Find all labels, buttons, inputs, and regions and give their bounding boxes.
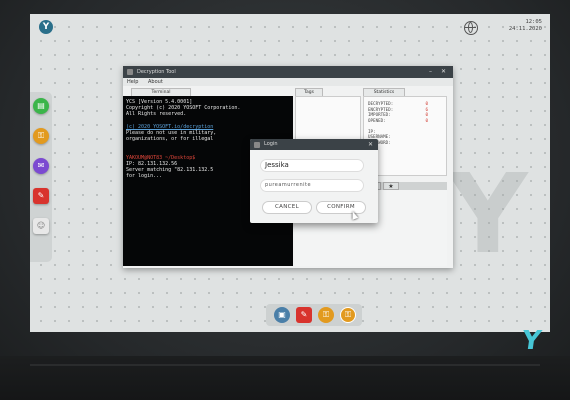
system-clock: 12:05 24.11.2020 [492,19,542,33]
tool-icon[interactable]: ✎ [33,188,49,204]
desktop-screen: Y 12:05 24.11.2020 Y ▤ ⚿ ✉ ✎ ☺ Decryptio… [30,14,550,332]
minimize-icon[interactable]: – [429,66,432,78]
window-title: Decryption Tool [137,69,176,75]
username-field[interactable]: Jessika [260,159,364,172]
password-field[interactable]: pureamurrenite [260,179,364,192]
stat-label: IP: [368,128,376,134]
mail-icon[interactable]: ✉ [33,158,49,174]
contact-icon[interactable]: ☺ [33,218,49,234]
keyboard-edge [30,364,540,366]
stat-label: OPENED: [368,117,386,123]
chat-icon[interactable]: ▤ [33,98,49,114]
os-logo-icon[interactable]: Y [39,20,53,34]
lock-icon [254,142,260,148]
stat-row: PASSWORD: [368,140,442,146]
login-title: Login [264,141,278,147]
wallpaper-logo: Y [448,150,528,278]
clock-date: 24.11.2020 [508,26,542,32]
lock-icon[interactable]: ⚿ [340,307,356,323]
stat-label: ENCRYPTED: [368,106,394,112]
monitor-icon[interactable]: ▣ [274,307,290,323]
keyboard-area [0,356,570,400]
cancel-button[interactable]: CANCEL [262,201,312,214]
window-titlebar[interactable]: Decryption Tool – ✕ [123,66,453,78]
bottom-dock: ▣ ✎ ⚿ ⚿ [266,304,362,326]
app-icon [127,69,133,75]
login-titlebar[interactable]: Login ✕ [250,139,378,150]
menu-about[interactable]: About [148,79,163,85]
lock-icon[interactable]: ⚿ [33,128,49,144]
lock-icon[interactable]: ⚿ [318,307,334,323]
tab-favorites[interactable]: ★ [383,182,399,190]
close-icon[interactable]: ✕ [441,66,446,78]
terminal-link[interactable]: (c) 2020 YOSOFT.io/decryption [126,124,213,130]
brand-logo: Y [519,326,543,356]
menu-bar: Help About [123,78,453,86]
stat-label: DECRYPTED: [368,101,394,106]
tool-icon[interactable]: ✎ [296,307,312,323]
clock-time: 12:05 [525,19,542,25]
stat-label: IMPORTED: [368,112,391,117]
globe-icon[interactable] [464,21,478,35]
close-icon[interactable]: ✕ [368,139,373,150]
login-dialog: Login ✕ Jessika pureamurrenite CANCEL CO… [250,139,378,223]
left-dock: ▤ ⚿ ✉ ✎ ☺ [30,92,52,262]
menu-help[interactable]: Help [127,79,138,85]
confirm-button[interactable]: CONFIRM [316,201,366,214]
